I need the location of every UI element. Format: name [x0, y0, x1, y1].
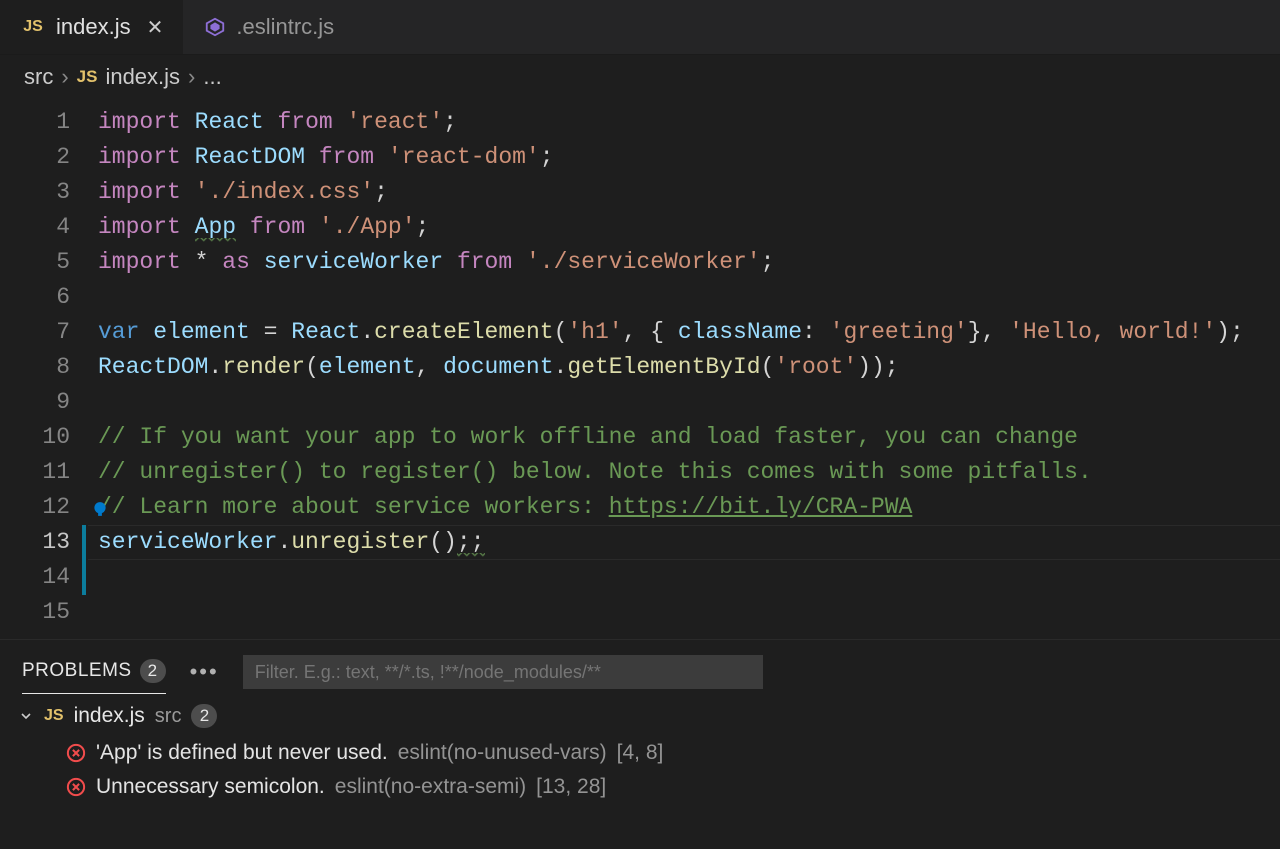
error-icon	[66, 777, 86, 797]
line-number: 13	[0, 525, 70, 560]
code-line[interactable]: // If you want your app to work offline …	[98, 420, 1280, 455]
line-number: 5	[0, 245, 70, 280]
modified-indicator	[82, 525, 86, 595]
more-views-button[interactable]: •••	[178, 659, 231, 685]
problems-count-badge: 2	[140, 659, 166, 683]
breadcrumb-symbol: ...	[203, 64, 221, 90]
problem-message: 'App' is defined but never used.	[96, 741, 388, 765]
line-number: 1	[0, 105, 70, 140]
breadcrumb[interactable]: src › JS index.js › ...	[0, 55, 1280, 99]
editor-tabs: JS index.js ✕ .eslintrc.js	[0, 0, 1280, 55]
file-folder: src	[155, 705, 182, 728]
panel-header: PROBLEMS 2 •••	[0, 640, 1280, 694]
code-line[interactable]: // unregister() to register() below. Not…	[98, 455, 1280, 490]
line-number: 15	[0, 595, 70, 630]
line-number: 6	[0, 280, 70, 315]
tab-label: index.js	[56, 14, 131, 40]
code-content[interactable]: import React from 'react';import ReactDO…	[88, 99, 1280, 639]
chevron-right-icon: ›	[188, 64, 195, 90]
code-line[interactable]: import './index.css';	[98, 175, 1280, 210]
tab-label: .eslintrc.js	[236, 14, 334, 40]
code-line[interactable]	[98, 385, 1280, 420]
code-line[interactable]: import ReactDOM from 'react-dom';	[98, 140, 1280, 175]
code-line[interactable]: serviceWorker.unregister();;	[98, 525, 1280, 560]
problems-file-row[interactable]: JS index.js src 2	[18, 704, 1268, 728]
line-number: 14	[0, 560, 70, 595]
js-file-icon: JS	[44, 707, 64, 725]
line-number: 8	[0, 350, 70, 385]
file-name: index.js	[74, 704, 145, 728]
line-number: 4	[0, 210, 70, 245]
problems-list: JS index.js src 2 'App' is defined but n…	[0, 694, 1280, 849]
panel-tab-label: PROBLEMS	[22, 660, 132, 682]
file-problems-count: 2	[191, 704, 217, 728]
code-line[interactable]: import * as serviceWorker from './servic…	[98, 245, 1280, 280]
problems-tab[interactable]: PROBLEMS 2	[22, 651, 166, 694]
problem-position: [13, 28]	[536, 775, 606, 799]
problem-rule: eslint(no-unused-vars)	[398, 741, 607, 765]
tab-eslintrc-js[interactable]: .eslintrc.js	[184, 0, 355, 54]
code-line[interactable]: // Learn more about service workers: htt…	[98, 490, 1280, 525]
code-line[interactable]	[98, 560, 1280, 595]
problem-item[interactable]: Unnecessary semicolon. eslint(no-extra-se…	[18, 770, 1268, 804]
line-number: 10	[0, 420, 70, 455]
bottom-panel: PROBLEMS 2 ••• JS index.js src 2 'App' i…	[0, 639, 1280, 849]
code-line[interactable]: import App from './App';	[98, 210, 1280, 245]
problem-item[interactable]: 'App' is defined but never used. eslint(n…	[18, 736, 1268, 770]
lightbulb-icon[interactable]	[90, 496, 110, 516]
tab-index-js[interactable]: JS index.js ✕	[0, 0, 184, 54]
error-icon	[66, 743, 86, 763]
chevron-right-icon: ›	[61, 64, 68, 90]
line-number: 12	[0, 490, 70, 525]
js-file-icon: JS	[77, 67, 98, 87]
code-line[interactable]: ReactDOM.render(element, document.getEle…	[98, 350, 1280, 385]
code-line[interactable]: var element = React.createElement('h1', …	[98, 315, 1280, 350]
code-line[interactable]: import React from 'react';	[98, 105, 1280, 140]
code-line[interactable]	[98, 280, 1280, 315]
js-file-icon: JS	[20, 14, 46, 40]
line-number: 3	[0, 175, 70, 210]
line-number: 7	[0, 315, 70, 350]
eslint-file-icon	[204, 16, 226, 38]
line-number-gutter: 123456789101112131415	[0, 99, 88, 639]
problem-rule: eslint(no-extra-semi)	[335, 775, 526, 799]
line-number: 11	[0, 455, 70, 490]
problem-position: [4, 8]	[617, 741, 664, 765]
code-editor[interactable]: 123456789101112131415 import React from …	[0, 99, 1280, 639]
breadcrumb-file: index.js	[105, 64, 180, 90]
line-number: 2	[0, 140, 70, 175]
problems-filter-input[interactable]	[243, 655, 763, 689]
line-number: 9	[0, 385, 70, 420]
code-line[interactable]	[98, 595, 1280, 630]
breadcrumb-folder: src	[24, 64, 53, 90]
problem-message: Unnecessary semicolon.	[96, 775, 325, 799]
close-icon[interactable]: ✕	[147, 15, 164, 40]
chevron-down-icon[interactable]	[18, 708, 34, 724]
